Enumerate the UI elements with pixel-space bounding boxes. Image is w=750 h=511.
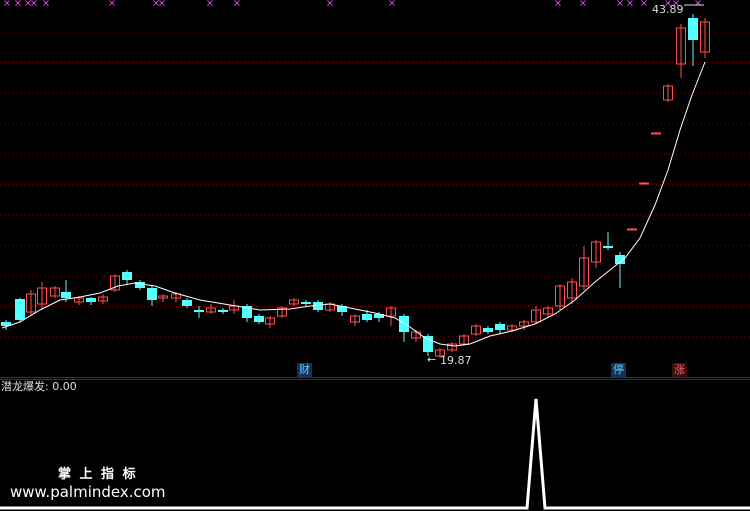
candle-body-down	[182, 300, 192, 306]
watermark-brand: 掌 上 指 标	[58, 467, 138, 482]
candle-body-down	[603, 246, 613, 248]
main-price-chart[interactable]: × × × × × × × × × × × × × × × × × × × × 43.89 ← 19.87 财 停 涨	[0, 0, 750, 378]
candle-body-down	[147, 288, 157, 300]
candle-body-down	[86, 298, 96, 302]
low-arrow: ←	[427, 353, 437, 366]
top-marker: ×	[108, 0, 116, 9]
signal-cai: 财	[297, 363, 312, 377]
candle-body-down	[254, 316, 264, 322]
watermark-url: www.palmindex.com	[10, 483, 166, 501]
candle-body-down	[61, 292, 71, 298]
top-marker: ×	[326, 0, 334, 9]
signal-zhang: 涨	[672, 363, 687, 377]
moving-average-line	[1, 61, 706, 347]
top-marker: ×	[3, 0, 11, 9]
top-marker: ×	[158, 0, 166, 9]
high-price-label: 43.89	[652, 3, 684, 16]
top-marker: ×	[626, 0, 634, 9]
top-marker: ×	[554, 0, 562, 9]
signal-ting: 停	[611, 363, 626, 377]
indicator-value: : 0.00	[45, 380, 77, 393]
top-marker: ×	[42, 0, 50, 9]
candle-body-up	[639, 182, 649, 185]
top-marker: ×	[388, 0, 396, 9]
top-marker: ×	[579, 0, 587, 9]
candlestick-chart: × × ×× × × ×× × × × × × × × × × × × ×	[0, 0, 750, 378]
candle-body-down	[399, 316, 409, 332]
candle-body-down	[688, 18, 698, 40]
top-marker: ×	[616, 0, 624, 9]
candle-body-down	[495, 324, 505, 330]
top-marker: ×	[206, 0, 214, 9]
indicator-title: 潜龙爆发: 0.00	[1, 380, 77, 394]
candle-body-down	[362, 314, 372, 320]
candle-body-up	[627, 228, 637, 231]
candle-body-down	[194, 310, 204, 312]
indicator-name: 潜龙爆发	[1, 380, 45, 393]
top-marker: ×	[233, 0, 241, 9]
candle-body-down	[301, 302, 311, 304]
candle-body-down	[15, 299, 25, 320]
top-marker: ×	[30, 0, 38, 9]
candle-body-down	[483, 328, 493, 332]
candle-body-down	[122, 272, 132, 280]
candle-body-down	[423, 336, 433, 352]
top-marker: ×	[14, 0, 22, 9]
candle-body-up	[651, 132, 661, 135]
candle-body-down	[218, 310, 228, 312]
low-price-label: 19.87	[440, 354, 472, 367]
top-marker: ×	[640, 0, 648, 9]
indicator-panel[interactable]: 潜龙爆发: 0.00 掌 上 指 标 www.palmindex.com	[0, 379, 750, 511]
